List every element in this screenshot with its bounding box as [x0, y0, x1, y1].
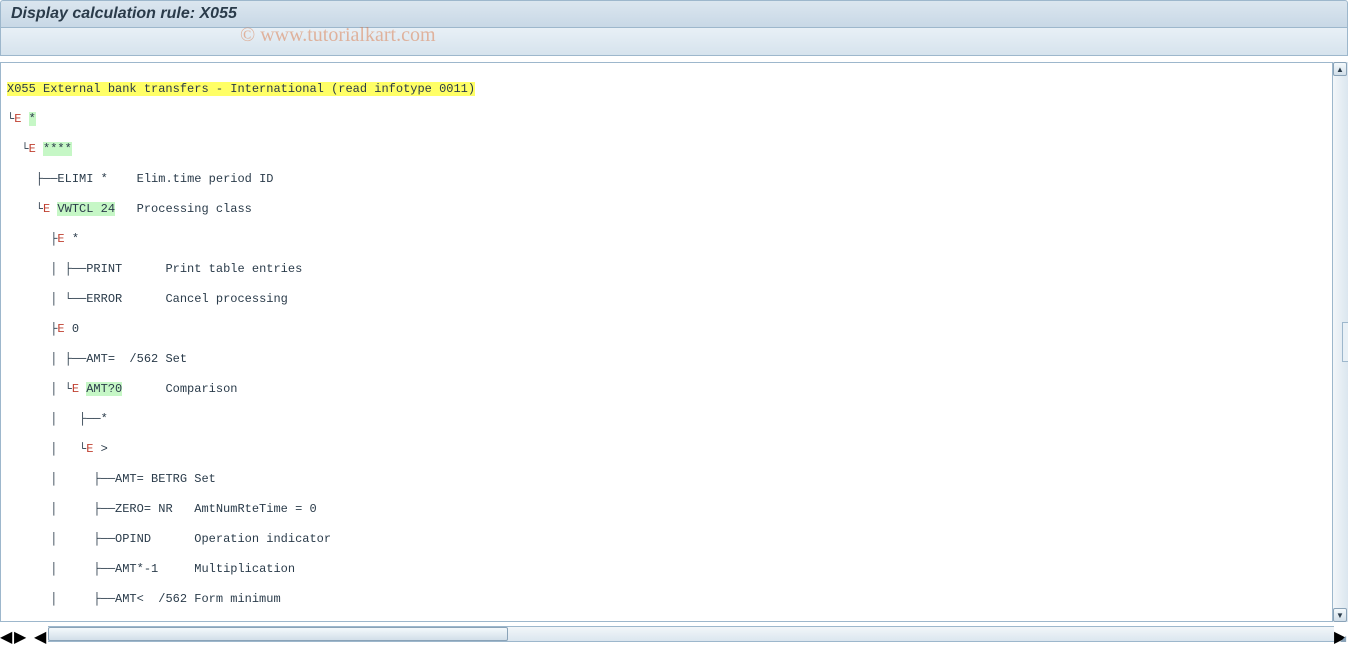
- scroll-thumb[interactable]: [48, 627, 508, 641]
- tree-node[interactable]: ├E 0: [7, 322, 1347, 337]
- tree-leaf[interactable]: │ ├──AMT= /562 Set: [7, 352, 1347, 367]
- tree-node[interactable]: └E *: [7, 112, 1347, 127]
- tree-leaf[interactable]: │ └──ERROR Cancel processing: [7, 292, 1347, 307]
- horizontal-scrollbar[interactable]: [48, 626, 1334, 642]
- chevron-right-icon: ▶: [14, 629, 26, 646]
- scroll-left-outer-button[interactable]: ◀: [0, 627, 14, 641]
- window-title: Display calculation rule: X055: [0, 0, 1348, 28]
- tree-leaf[interactable]: │ ├──PRINT Print table entries: [7, 262, 1347, 277]
- title-text: Display calculation rule: X055: [11, 5, 237, 22]
- chevron-left-icon: ◀: [0, 629, 12, 646]
- scroll-up-button[interactable]: ▲: [1333, 62, 1347, 76]
- tree-leaf[interactable]: │ ├──ZERO= NR AmtNumRteTime = 0: [7, 502, 1347, 517]
- chevron-down-icon: ▼: [1336, 611, 1344, 620]
- tree-leaf[interactable]: │ ├──AMT< /562 Form minimum: [7, 592, 1347, 607]
- tree-leaf[interactable]: ├──ELIMI * Elim.time period ID: [7, 172, 1347, 187]
- tree-leaf[interactable]: │ ├──*: [7, 412, 1347, 427]
- tree-leaf[interactable]: │ ├──AMT*-1 Multiplication: [7, 562, 1347, 577]
- toolbar: [0, 28, 1348, 56]
- resize-grip-icon[interactable]: ◢: [1340, 634, 1348, 644]
- pane-resize-handle[interactable]: [1342, 322, 1348, 362]
- scroll-down-button[interactable]: ▼: [1333, 608, 1347, 622]
- tree-node[interactable]: └E ****: [7, 142, 1347, 157]
- tree-leaf[interactable]: │ ├──AMT= BETRG Set: [7, 472, 1347, 487]
- tree-node[interactable]: └E VWTCL 24 Processing class: [7, 202, 1347, 217]
- content-frame: X055 External bank transfers - Internati…: [0, 62, 1348, 622]
- rule-tree[interactable]: X055 External bank transfers - Internati…: [1, 63, 1347, 621]
- scroll-left-button[interactable]: ◀: [34, 627, 48, 641]
- tree-node[interactable]: ├E *: [7, 232, 1347, 247]
- tree-leaf[interactable]: │ ├──OPIND Operation indicator: [7, 532, 1347, 547]
- chevron-up-icon: ▲: [1336, 65, 1344, 74]
- chevron-left-icon: ◀: [34, 629, 46, 646]
- tree-node[interactable]: │ └E >: [7, 442, 1347, 457]
- horizontal-scrollbar-outer: ◀ ▶ ◀ ▶ ◢: [0, 626, 1348, 642]
- tree-header[interactable]: X055 External bank transfers - Internati…: [7, 82, 1347, 97]
- scroll-right-outer-button[interactable]: ▶: [14, 627, 28, 641]
- tree-node[interactable]: │ └E AMT?0 Comparison: [7, 382, 1347, 397]
